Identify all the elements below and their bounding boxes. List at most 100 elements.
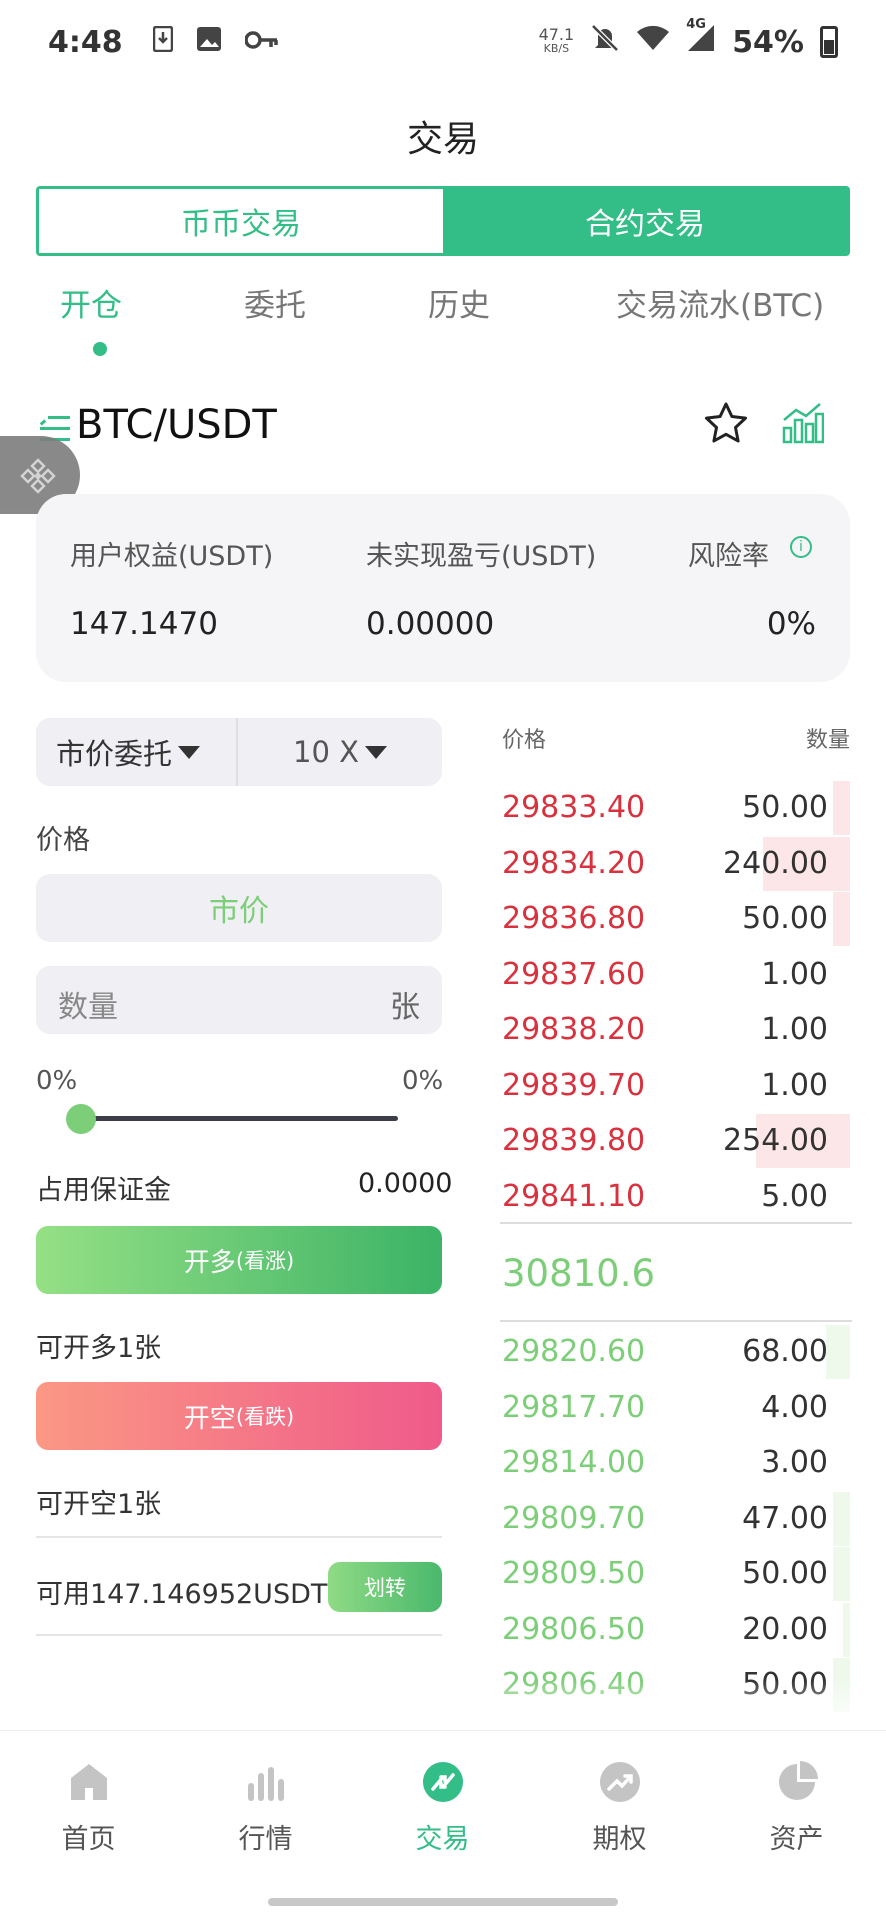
orderbook-row[interactable]: 29836.80 50.00 bbox=[500, 892, 850, 946]
status-bar: 4:48 47.1 KB/S 4G 54% bbox=[0, 0, 886, 84]
margin-value: 0.0000 bbox=[358, 1168, 453, 1199]
price-input[interactable]: 市价 bbox=[36, 874, 442, 942]
quantity-slider-track[interactable] bbox=[80, 1116, 398, 1121]
divider bbox=[36, 1634, 442, 1636]
wifi-icon bbox=[636, 24, 670, 60]
orderbook-qty-header: 数量 bbox=[806, 728, 851, 753]
account-summary-card: 用户权益(USDT) 未实现盈亏(USDT) 风险率 i 147.1470 0.… bbox=[36, 494, 850, 682]
nav-options[interactable]: 期权 bbox=[531, 1731, 708, 1881]
content-fade bbox=[0, 1680, 886, 1730]
signal-icon: 4G bbox=[686, 17, 716, 61]
orderbook-row[interactable]: 29841.10 5.00 bbox=[500, 1170, 850, 1224]
mute-icon bbox=[590, 23, 620, 61]
orderbook-divider bbox=[500, 1320, 852, 1322]
orderbook-row[interactable]: 29839.80 254.00 bbox=[500, 1114, 850, 1168]
orderbook-row[interactable]: 29817.70 4.00 bbox=[500, 1381, 850, 1435]
can-open-long-text: 可开多1张 bbox=[36, 1333, 162, 1364]
net-speed: 47.1 KB/S bbox=[538, 25, 575, 56]
nav-home[interactable]: 首页 bbox=[0, 1731, 177, 1881]
orderbook-price: 29839.70 bbox=[502, 1067, 646, 1103]
unrealized-pnl-label: 未实现盈亏(USDT) bbox=[366, 541, 597, 572]
orderbook-row[interactable]: 29834.20 240.00 bbox=[500, 836, 850, 891]
available-balance: 可用147.146952USDT bbox=[36, 1579, 328, 1610]
orderbook-row[interactable]: 29839.70 1.00 bbox=[500, 1059, 850, 1113]
nav-trade[interactable]: 交易 bbox=[354, 1731, 531, 1881]
open-short-button[interactable]: 开空 (看跌) bbox=[36, 1382, 442, 1450]
orderbook-divider bbox=[500, 1222, 852, 1224]
orderbook-row[interactable]: 29809.50 50.00 bbox=[500, 1547, 850, 1601]
orderbook-qty: 4.00 bbox=[761, 1389, 828, 1425]
orderbook-row[interactable]: 29806.50 20.00 bbox=[500, 1602, 850, 1657]
battery-percent: 54% bbox=[732, 24, 804, 60]
depth-bar bbox=[832, 892, 850, 946]
depth-bar bbox=[825, 1325, 850, 1379]
quantity-slider-thumb[interactable] bbox=[66, 1104, 96, 1134]
transfer-button[interactable]: 划转 bbox=[328, 1562, 442, 1612]
tab-trade-flow[interactable]: 交易流水(BTC) bbox=[616, 280, 824, 325]
last-price[interactable]: 30810.6 bbox=[502, 1252, 655, 1295]
key-icon bbox=[243, 27, 279, 57]
orderbook-qty: 1.00 bbox=[761, 956, 828, 992]
orderbook-price: 29834.20 bbox=[502, 845, 646, 881]
orderbook-price: 29836.80 bbox=[502, 901, 646, 936]
segment-spot-trading[interactable]: 币币交易 bbox=[39, 189, 443, 253]
quantity-unit: 张 bbox=[390, 990, 420, 1025]
leverage-dropdown[interactable]: 10 X bbox=[238, 718, 442, 786]
orderbook-qty: 254.00 bbox=[723, 1123, 828, 1158]
page-title: 交易 bbox=[406, 119, 479, 160]
kline-chart-icon[interactable] bbox=[780, 400, 824, 444]
risk-rate-value: 0% bbox=[766, 606, 816, 642]
trade-type-segment: 币币交易 合约交易 bbox=[36, 186, 850, 256]
tab-history[interactable]: 历史 bbox=[428, 280, 490, 325]
orderbook-qty: 47.00 bbox=[742, 1500, 828, 1536]
orderbook-qty: 68.00 bbox=[742, 1334, 828, 1369]
tab-open-position[interactable]: 开仓 bbox=[60, 280, 122, 325]
equity-value: 147.1470 bbox=[70, 606, 218, 642]
tab-orders[interactable]: 委托 bbox=[244, 280, 306, 325]
orderbook-row[interactable]: 29838.20 1.00 bbox=[500, 1003, 850, 1057]
risk-rate-label: 风险率 bbox=[688, 541, 769, 572]
price-label: 价格 bbox=[36, 825, 90, 856]
info-icon[interactable]: i bbox=[790, 536, 812, 558]
pair-symbol[interactable]: BTC/USDT bbox=[76, 402, 277, 448]
bottom-navigation: 首页 行情 交易 期权 资产 bbox=[0, 1730, 886, 1880]
order-type-dropdown[interactable]: 市价委托 bbox=[36, 718, 238, 786]
slider-max-label: 0% bbox=[402, 1066, 444, 1096]
orderbook-row[interactable]: 29833.40 50.00 bbox=[500, 781, 850, 835]
orderbook-row[interactable]: 29837.60 1.00 bbox=[500, 948, 850, 1002]
orderbook-price: 29814.00 bbox=[502, 1445, 646, 1480]
orderbook-row[interactable]: 29820.60 68.00 bbox=[500, 1325, 850, 1379]
image-icon bbox=[195, 25, 223, 60]
battery-icon bbox=[820, 26, 838, 58]
orderbook-qty: 50.00 bbox=[742, 790, 828, 825]
order-type-selector: 市价委托 10 X bbox=[36, 718, 442, 786]
equity-label: 用户权益(USDT) bbox=[70, 541, 274, 572]
orderbook-price: 29806.50 bbox=[502, 1611, 646, 1647]
depth-bar bbox=[832, 1547, 850, 1601]
orderbook-qty: 20.00 bbox=[742, 1611, 828, 1647]
segment-futures-trading[interactable]: 合约交易 bbox=[443, 189, 847, 253]
nav-assets[interactable]: 资产 bbox=[708, 1731, 885, 1881]
margin-label: 占用保证金 bbox=[36, 1175, 171, 1206]
orderbook-qty: 5.00 bbox=[761, 1178, 828, 1214]
sub-tabs: 开仓 委托 历史 交易流水(BTC) bbox=[0, 280, 886, 360]
orderbook-row[interactable]: 29809.70 47.00 bbox=[500, 1491, 850, 1546]
assets-pie-icon bbox=[779, 1761, 818, 1800]
depth-bar bbox=[832, 1491, 850, 1546]
nav-market[interactable]: 行情 bbox=[177, 1731, 354, 1881]
quantity-placeholder: 数量 bbox=[58, 990, 118, 1025]
favorite-star-icon[interactable] bbox=[702, 400, 750, 448]
orderbook-price: 29817.70 bbox=[502, 1389, 646, 1425]
orderbook-price: 29841.10 bbox=[502, 1178, 646, 1214]
orderbook-qty: 50.00 bbox=[742, 901, 828, 936]
orderbook-row[interactable]: 29814.00 3.00 bbox=[500, 1436, 850, 1490]
orderbook-qty: 50.00 bbox=[742, 1556, 828, 1591]
gesture-bar[interactable] bbox=[268, 1898, 618, 1906]
quantity-input[interactable]: 数量 张 bbox=[36, 966, 442, 1034]
unrealized-pnl-value: 0.00000 bbox=[366, 606, 495, 642]
depth-bar bbox=[832, 781, 850, 835]
binance-logo-icon bbox=[20, 458, 56, 494]
orderbook-price: 29809.50 bbox=[502, 1556, 646, 1591]
orderbook-price: 29833.40 bbox=[502, 790, 646, 825]
open-long-button[interactable]: 开多 (看涨) bbox=[36, 1226, 442, 1294]
